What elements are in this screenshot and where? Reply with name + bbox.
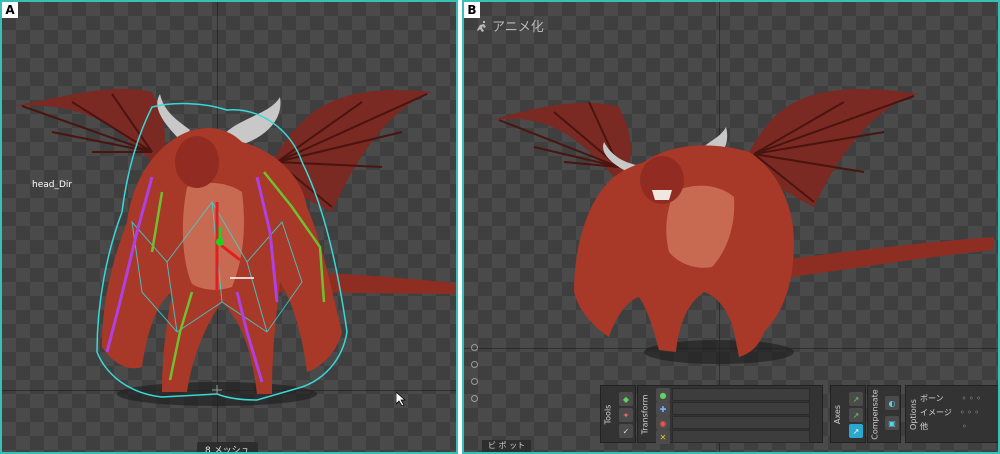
option-row-image[interactable]: イメージ ◦ ◦ ◦ [920, 406, 979, 418]
handle-tool-icon[interactable] [470, 378, 478, 385]
transform-group: Transform ● ✚ ◉ ✕ [637, 385, 823, 444]
axes-parent-button[interactable]: ↗ [849, 408, 863, 422]
axes-world-button[interactable]: ↗ [849, 424, 863, 438]
move-axis-button[interactable]: ✚ [656, 402, 670, 416]
option-row-bone[interactable]: ボーン ◦ ◦ ◦ [920, 392, 981, 404]
move-tool-button[interactable]: ✦ [619, 408, 633, 422]
mouse-cursor-icon [396, 392, 406, 406]
animate-viewport[interactable]: B アニメ化 Tools ◆ ✦ ✓ Transform ● ✚ ◉ ✕ Axe… [462, 0, 1000, 454]
axes-local-button[interactable]: ↗ [849, 392, 863, 406]
left-tool-strip [468, 344, 480, 402]
axes-group: Axes ↗ ↗ ↗ [830, 385, 866, 443]
panel-b-label: B [464, 2, 480, 18]
zoom-tool-icon[interactable] [470, 395, 478, 402]
scale-value-field[interactable] [672, 430, 810, 443]
options-group: Options ボーン ◦ ◦ ◦ イメージ ◦ ◦ ◦ 他 ◦ [905, 385, 998, 443]
options-group-label: Options [908, 398, 918, 430]
creature-mesh-art[interactable] [2, 2, 458, 454]
axes-group-label: Axes [833, 404, 843, 424]
transform-group-label: Transform [640, 394, 650, 434]
tools-group: Tools ◆ ✦ ✓ [600, 385, 636, 443]
translate-value-field[interactable] [672, 388, 810, 401]
compensate-bone-button[interactable]: ◐ [885, 396, 899, 410]
tools-group-label: Tools [603, 404, 613, 424]
point-tool-icon[interactable] [470, 361, 478, 368]
pivot-tool-icon[interactable] [470, 344, 478, 351]
bottom-tab[interactable]: ビ ポ ット [482, 440, 532, 452]
move-value-field[interactable] [672, 402, 810, 415]
panel-a-label: A [2, 2, 18, 18]
rotate-value-field[interactable] [672, 416, 810, 429]
bone-label-head-dir[interactable]: head_Dir [32, 180, 72, 190]
setup-viewport[interactable]: A head_Dir 8 メッシュ [0, 0, 458, 454]
translate-button[interactable]: ● [656, 388, 670, 402]
compensate-image-button[interactable]: ▣ [885, 416, 899, 430]
compensate-group: Compensate ◐ ▣ [867, 385, 901, 443]
check-tool-button[interactable]: ✓ [619, 424, 633, 438]
scale-button[interactable]: ✕ [656, 430, 670, 444]
select-tool-button[interactable]: ◆ [619, 392, 633, 406]
rotate-button[interactable]: ◉ [656, 416, 670, 430]
option-row-other[interactable]: 他 ◦ [920, 420, 967, 432]
compensate-group-label: Compensate [870, 388, 880, 440]
mesh-count-badge: 8 メッシュ [197, 442, 258, 452]
